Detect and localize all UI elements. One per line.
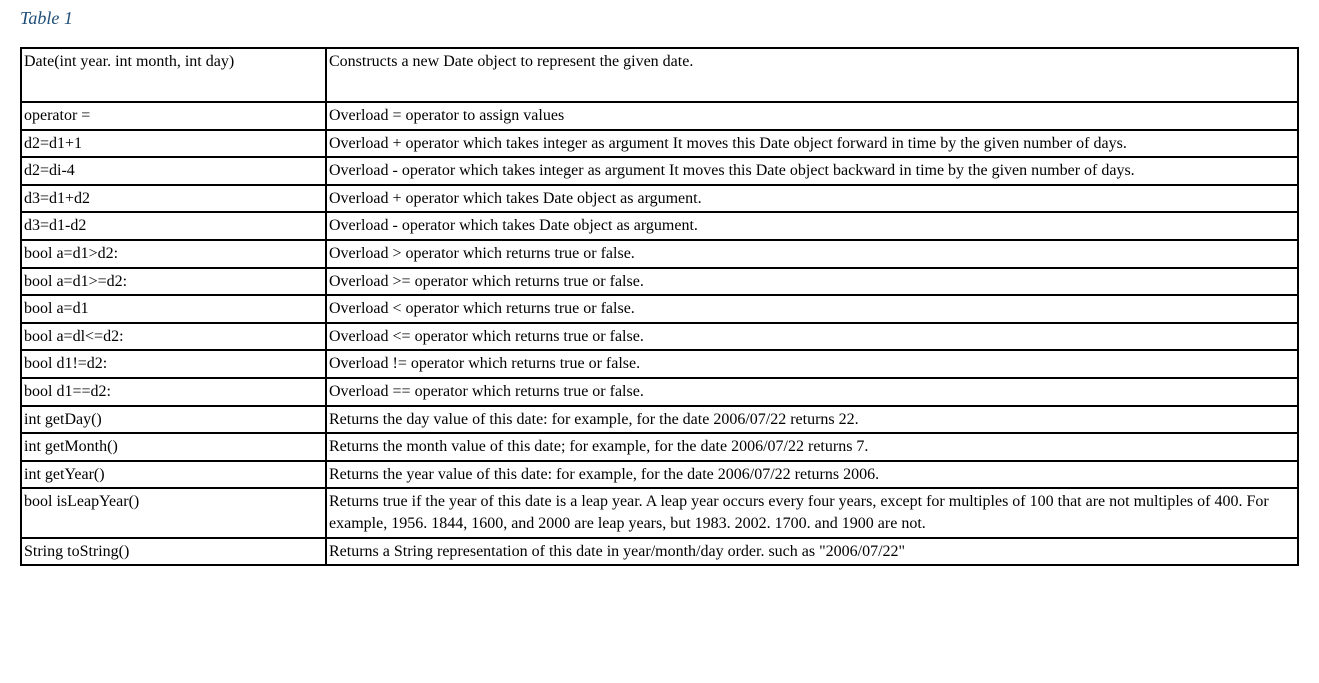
description-cell: Overload != operator which returns true … (326, 350, 1298, 378)
table-row: bool d1!=d2:Overload != operator which r… (21, 350, 1298, 378)
signature-cell: bool d1==d2: (21, 378, 326, 406)
table-row: operator =Overload = operator to assign … (21, 102, 1298, 130)
description-cell: Constructs a new Date object to represen… (326, 48, 1298, 102)
api-table-body: Date(int year. int month, int day)Constr… (21, 48, 1298, 565)
signature-cell: int getMonth() (21, 433, 326, 461)
description-cell: Returns the year value of this date: for… (326, 461, 1298, 489)
table-row: String toString()Returns a String repres… (21, 538, 1298, 566)
description-cell: Overload < operator which returns true o… (326, 295, 1298, 323)
table-row: int getYear()Returns the year value of t… (21, 461, 1298, 489)
page: Table 1 Date(int year. int month, int da… (0, 0, 1319, 586)
signature-cell: bool a=d1>d2: (21, 240, 326, 268)
signature-cell: String toString() (21, 538, 326, 566)
signature-cell: operator = (21, 102, 326, 130)
signature-cell: bool a=d1 (21, 295, 326, 323)
signature-cell: int getYear() (21, 461, 326, 489)
api-table: Date(int year. int month, int day)Constr… (20, 47, 1299, 566)
table-row: bool a=d1>=d2:Overload >= operator which… (21, 268, 1298, 296)
signature-cell: bool isLeapYear() (21, 488, 326, 537)
signature-cell: bool a=d1>=d2: (21, 268, 326, 296)
table-row: int getMonth()Returns the month value of… (21, 433, 1298, 461)
table-title: Table 1 (20, 8, 1299, 29)
signature-cell: d3=d1+d2 (21, 185, 326, 213)
description-cell: Overload - operator which takes integer … (326, 157, 1298, 185)
table-row: d3=d1+d2Overload + operator which takes … (21, 185, 1298, 213)
description-cell: Returns the day value of this date: for … (326, 406, 1298, 434)
signature-cell: bool a=dl<=d2: (21, 323, 326, 351)
description-cell: Returns the month value of this date; fo… (326, 433, 1298, 461)
table-row: Date(int year. int month, int day)Constr… (21, 48, 1298, 102)
signature-cell: int getDay() (21, 406, 326, 434)
description-cell: Overload <= operator which returns true … (326, 323, 1298, 351)
table-row: int getDay()Returns the day value of thi… (21, 406, 1298, 434)
description-cell: Overload > operator which returns true o… (326, 240, 1298, 268)
signature-cell: bool d1!=d2: (21, 350, 326, 378)
signature-cell: d2=di-4 (21, 157, 326, 185)
signature-cell: Date(int year. int month, int day) (21, 48, 326, 102)
description-cell: Overload + operator which takes integer … (326, 130, 1298, 158)
table-row: bool isLeapYear()Returns true if the yea… (21, 488, 1298, 537)
table-row: d3=d1-d2Overload - operator which takes … (21, 212, 1298, 240)
table-row: bool a=d1Overload < operator which retur… (21, 295, 1298, 323)
description-cell: Overload == operator which returns true … (326, 378, 1298, 406)
signature-cell: d2=d1+1 (21, 130, 326, 158)
description-cell: Overload = operator to assign values (326, 102, 1298, 130)
table-row: d2=d1+1Overload + operator which takes i… (21, 130, 1298, 158)
table-row: bool a=dl<=d2:Overload <= operator which… (21, 323, 1298, 351)
table-row: d2=di-4Overload - operator which takes i… (21, 157, 1298, 185)
signature-cell: d3=d1-d2 (21, 212, 326, 240)
table-row: bool a=d1>d2:Overload > operator which r… (21, 240, 1298, 268)
description-cell: Overload + operator which takes Date obj… (326, 185, 1298, 213)
description-cell: Overload - operator which takes Date obj… (326, 212, 1298, 240)
description-cell: Overload >= operator which returns true … (326, 268, 1298, 296)
description-cell: Returns true if the year of this date is… (326, 488, 1298, 537)
table-row: bool d1==d2:Overload == operator which r… (21, 378, 1298, 406)
description-cell: Returns a String representation of this … (326, 538, 1298, 566)
